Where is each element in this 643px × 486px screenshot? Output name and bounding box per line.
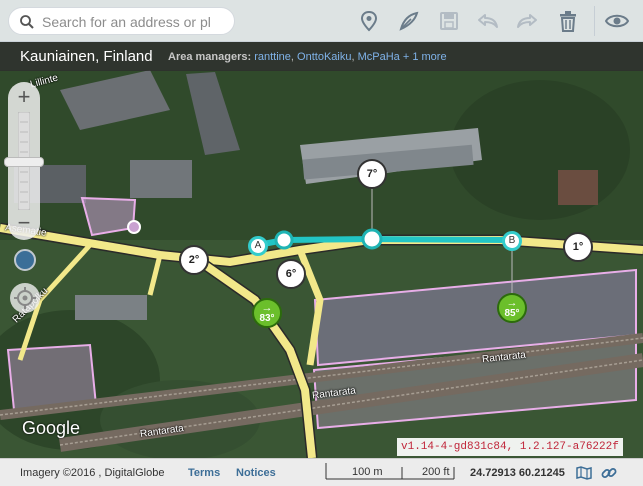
zoom-in-button[interactable]: +: [8, 84, 40, 110]
save-icon: [440, 12, 458, 30]
save-button[interactable]: [436, 8, 462, 34]
angle-label: 2°: [179, 245, 209, 275]
layer-switcher-button[interactable]: [14, 249, 36, 271]
eye-icon: [605, 14, 629, 28]
trash-icon: [560, 11, 576, 32]
cursor-coordinates: 24.72913 60.21245: [470, 467, 565, 479]
route-endpoint-b[interactable]: B: [502, 231, 522, 251]
turn-degree: 83°: [259, 313, 275, 324]
turn-degree: 85°: [504, 308, 520, 319]
version-badge: v1.14-4-gd831c84, 1.2.127-a76222f: [397, 438, 623, 456]
toggle-visibility-button[interactable]: [604, 8, 630, 34]
redo-icon: [517, 14, 537, 28]
angle-label: 1°: [563, 232, 593, 262]
satellite-map[interactable]: [0, 0, 643, 486]
notices-link[interactable]: Notices: [236, 467, 276, 479]
add-line-button[interactable]: [396, 8, 422, 34]
turn-restriction-marker[interactable]: → 85°: [497, 293, 527, 323]
footer-bar: Imagery ©2016 , DigitalGlobe Terms Notic…: [0, 458, 643, 486]
scale-imperial-label: 200 ft: [422, 466, 450, 478]
area-managers-label: Area managers:: [168, 51, 252, 63]
permalink-button[interactable]: [601, 465, 617, 484]
map-data-button[interactable]: [576, 466, 592, 483]
more-managers-link[interactable]: + 1 more: [403, 51, 447, 63]
top-toolbar: [0, 0, 643, 42]
undo-button[interactable]: [475, 8, 501, 34]
locate-me-button[interactable]: [10, 283, 40, 313]
search-box[interactable]: [8, 7, 235, 35]
link-icon: [601, 468, 617, 478]
scale-metric-label: 100 m: [352, 466, 383, 478]
area-managers: Area managers: ranttine, OnttoKaiku, McP…: [168, 51, 447, 63]
route-endpoint-a[interactable]: A: [248, 236, 268, 256]
delete-button[interactable]: [555, 8, 581, 34]
angle-label: 7°: [357, 159, 387, 189]
toolbar-divider: [594, 6, 595, 36]
draw-line-icon: [399, 11, 419, 31]
map-editor: 7° 2° 6° 1° A B → 83° → 85° Rantarata Ra…: [0, 0, 643, 486]
turn-restriction-marker[interactable]: → 83°: [252, 298, 282, 328]
manager-link[interactable]: McPaHa: [358, 51, 400, 63]
angle-label: 6°: [276, 259, 306, 289]
undo-icon: [478, 14, 498, 28]
zoom-slider-handle[interactable]: [4, 157, 44, 167]
terms-link[interactable]: Terms: [188, 467, 220, 479]
manager-link[interactable]: OnttoKaiku: [297, 51, 351, 63]
search-input[interactable]: [42, 12, 222, 32]
search-icon: [20, 15, 34, 29]
redo-button[interactable]: [514, 8, 540, 34]
imagery-attribution: Imagery ©2016 , DigitalGlobe: [20, 467, 165, 479]
crosshair-icon: [14, 287, 36, 309]
add-point-button[interactable]: [356, 8, 382, 34]
manager-link[interactable]: ranttine: [254, 51, 291, 63]
zoom-control: + −: [4, 82, 44, 240]
scale-bar: 100 m 200 ft: [322, 461, 457, 480]
map-pin-icon: [360, 10, 378, 32]
google-logo: Google: [22, 418, 81, 438]
location-title: Kauniainen, Finland: [20, 48, 153, 65]
map-icon: [576, 466, 592, 480]
location-info-bar: Kauniainen, Finland Area managers: rantt…: [0, 42, 643, 71]
zoom-out-button[interactable]: −: [8, 210, 40, 236]
